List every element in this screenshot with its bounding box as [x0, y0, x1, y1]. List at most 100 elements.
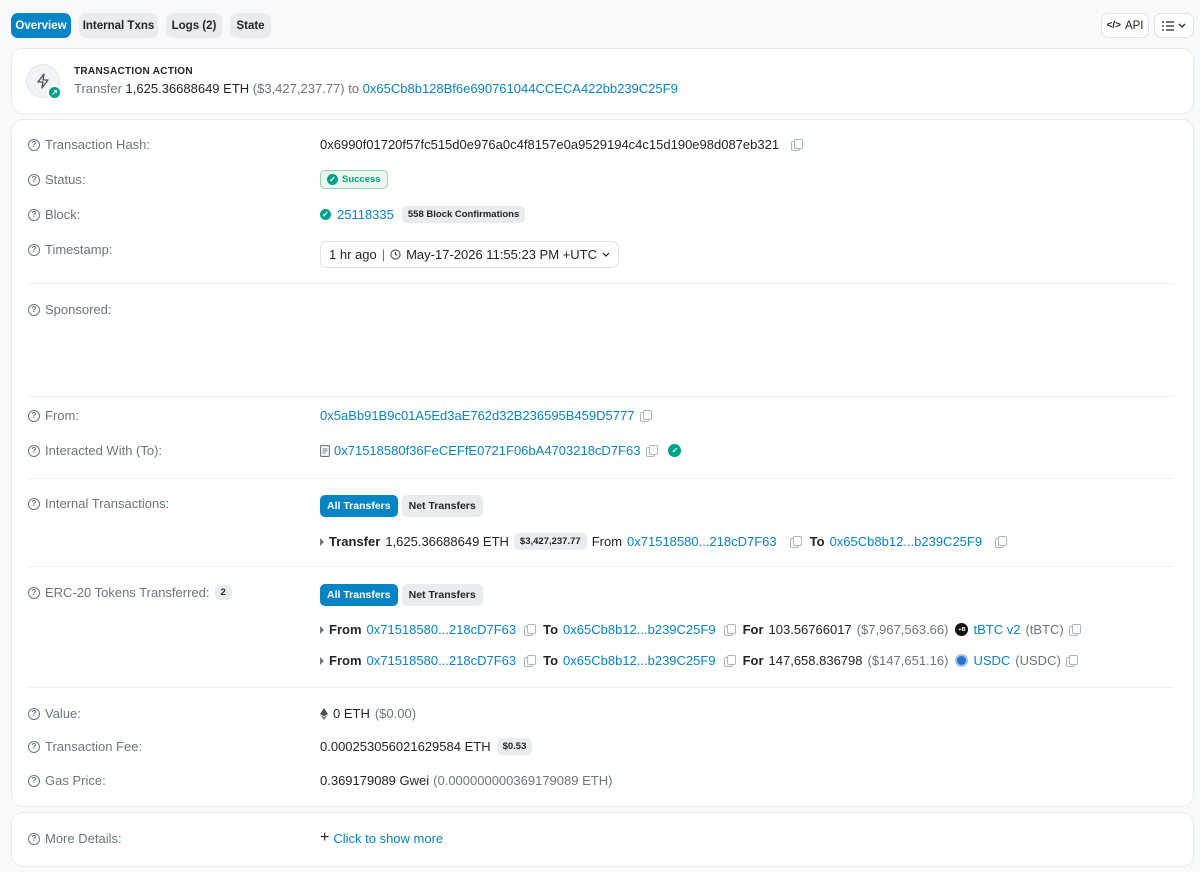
net-transfers-button[interactable]: Net Transfers	[401, 584, 483, 606]
erc20-transfer-row: From 0x71518580...218cD7F63 To 0x65Cb8b1…	[320, 622, 1081, 637]
erc20-label-text: ERC-20 Tokens Transferred:	[45, 585, 210, 600]
copy-icon[interactable]	[640, 409, 653, 422]
internal-amount: 1,625.36688649 ETH	[385, 534, 509, 549]
ethereum-icon	[320, 707, 328, 720]
caret-right-icon	[320, 656, 324, 665]
tbtc-icon: +B	[955, 623, 969, 636]
chevron-down-icon	[1178, 23, 1186, 28]
internal-from-link[interactable]: 0x71518580...218cD7F63	[627, 534, 777, 549]
timestamp-value: May-17-2026 11:55:23 PM +UTC	[406, 247, 597, 262]
copy-icon[interactable]	[789, 535, 802, 548]
value-amount: 0 ETH	[333, 706, 370, 721]
erc20-to-link[interactable]: 0x65Cb8b12...b239C25F9	[563, 622, 716, 637]
sponsored-label-text: Sponsored:	[45, 302, 112, 317]
gas-label-text: Gas Price:	[45, 773, 106, 788]
to-label: ? Interacted With (To):	[28, 443, 162, 458]
action-summary: Transfer 1,625.36688649 ETH ($3,427,237.…	[74, 81, 678, 96]
to-address-link[interactable]: 0x71518580f36FeCEFfE0721F06bA4703218cD7F…	[334, 443, 640, 458]
block-value: ✓ 25118335 558 Block Confirmations	[320, 206, 526, 223]
check-circle-icon: ✓	[320, 209, 331, 220]
copy-icon[interactable]	[524, 654, 537, 667]
gas-label: ? Gas Price:	[28, 773, 106, 788]
copy-icon[interactable]	[995, 535, 1008, 548]
caret-right-icon	[320, 537, 324, 546]
copy-icon[interactable]	[791, 138, 804, 151]
time-ago: 1 hr ago	[329, 247, 377, 262]
help-icon[interactable]: ?	[28, 208, 40, 221]
action-usd: ($3,427,237.77)	[252, 81, 345, 96]
action-heading: TRANSACTION ACTION	[74, 66, 193, 77]
more-details-card	[11, 812, 1194, 867]
status-label-text: Status:	[45, 172, 86, 187]
internal-tx-label: ? Internal Transactions:	[28, 496, 169, 511]
api-button[interactable]: </> API	[1101, 13, 1149, 38]
help-icon[interactable]: ?	[28, 832, 40, 845]
action-to-address-link[interactable]: 0x65Cb8b128Bf6e690761044CCECA422bb239C25…	[363, 81, 678, 96]
erc20-from-link[interactable]: 0x71518580...218cD7F63	[367, 622, 517, 637]
from-address-link[interactable]: 0x5aBb91B9c01A5Ed3aE762d32B236595B459D57…	[320, 408, 634, 423]
internal-to-link[interactable]: 0x65Cb8b12...b239C25F9	[830, 534, 983, 549]
divider	[28, 283, 1173, 284]
all-transfers-button[interactable]: All Transfers	[320, 584, 398, 606]
timestamp-label: ? Timestamp:	[28, 242, 112, 257]
token-link[interactable]: tBTC v2	[973, 622, 1020, 637]
show-more-text: Click to show more	[333, 830, 444, 846]
hash-value: 0x6990f01720f57fc515d0e976a0c4f8157e0a95…	[320, 137, 804, 152]
to-value: 0x71518580f36FeCEFfE0721F06bA4703218cD7F…	[320, 443, 682, 458]
transaction-hash: 0x6990f01720f57fc515d0e976a0c4f8157e0a95…	[320, 137, 780, 152]
copy-icon[interactable]	[1068, 623, 1081, 636]
from-label-text: From:	[45, 408, 79, 423]
tab-state[interactable]: State	[230, 13, 271, 38]
from-word: From	[329, 622, 362, 637]
copy-icon[interactable]	[1065, 654, 1078, 667]
timestamp-dropdown[interactable]: 1 hr ago | May-17-2026 11:55:23 PM +UTC	[320, 241, 619, 268]
help-icon[interactable]: ?	[28, 444, 40, 457]
help-icon[interactable]: ?	[28, 243, 40, 256]
api-label: API	[1124, 19, 1144, 32]
transfer-action-icon: ↗	[26, 64, 62, 100]
gas-gwei: 0.369179089 Gwei	[320, 773, 430, 788]
copy-icon[interactable]	[524, 623, 537, 636]
copy-icon[interactable]	[723, 654, 736, 667]
help-icon[interactable]: ?	[28, 138, 40, 151]
hash-label-text: Transaction Hash:	[45, 137, 151, 152]
help-icon[interactable]: ?	[28, 497, 40, 510]
help-icon[interactable]: ?	[28, 774, 40, 787]
divider	[28, 396, 1173, 397]
help-icon[interactable]: ?	[28, 740, 40, 753]
tab-logs[interactable]: Logs (2)	[166, 13, 222, 38]
list-icon	[1162, 20, 1174, 31]
net-transfers-button[interactable]: Net Transfers	[401, 495, 483, 517]
token-link[interactable]: USDC	[973, 653, 1010, 668]
divider	[28, 566, 1173, 567]
divider: |	[381, 247, 386, 262]
erc20-to-link[interactable]: 0x65Cb8b12...b239C25F9	[563, 653, 716, 668]
help-icon[interactable]: ?	[28, 586, 40, 599]
to-word: To	[543, 653, 559, 668]
all-transfers-button[interactable]: All Transfers	[320, 495, 398, 517]
help-icon[interactable]: ?	[28, 173, 40, 186]
details-card	[11, 119, 1194, 807]
erc20-usd: ($147,651.16)	[867, 653, 949, 668]
action-verb: Transfer	[74, 81, 122, 96]
fee-usd-badge: $0.53	[496, 738, 533, 755]
transfer-word: Transfer	[329, 534, 381, 549]
transaction-action-card: ↗ TRANSACTION ACTION Transfer 1,625.3668…	[11, 48, 1194, 114]
list-options-button[interactable]	[1154, 13, 1194, 38]
help-icon[interactable]: ?	[28, 409, 40, 422]
help-icon[interactable]: ?	[28, 303, 40, 316]
copy-icon[interactable]	[723, 623, 736, 636]
to-word: To	[543, 622, 559, 637]
token-symbol: (USDC)	[1015, 653, 1061, 668]
erc20-from-link[interactable]: 0x71518580...218cD7F63	[367, 653, 517, 668]
more-details-label-text: More Details:	[45, 831, 122, 846]
help-icon[interactable]: ?	[28, 707, 40, 720]
show-more-link[interactable]: + Click to show more	[320, 830, 443, 846]
copy-icon[interactable]	[646, 444, 659, 457]
tab-overview[interactable]: Overview	[11, 13, 71, 38]
contract-file-icon	[320, 444, 330, 457]
internal-usd-badge: $3,427,237.77	[513, 533, 587, 550]
block-number-link[interactable]: 25118335	[337, 207, 394, 222]
tab-internal-txns[interactable]: Internal Txns	[79, 13, 158, 38]
fee-label: ? Transaction Fee:	[28, 739, 142, 754]
